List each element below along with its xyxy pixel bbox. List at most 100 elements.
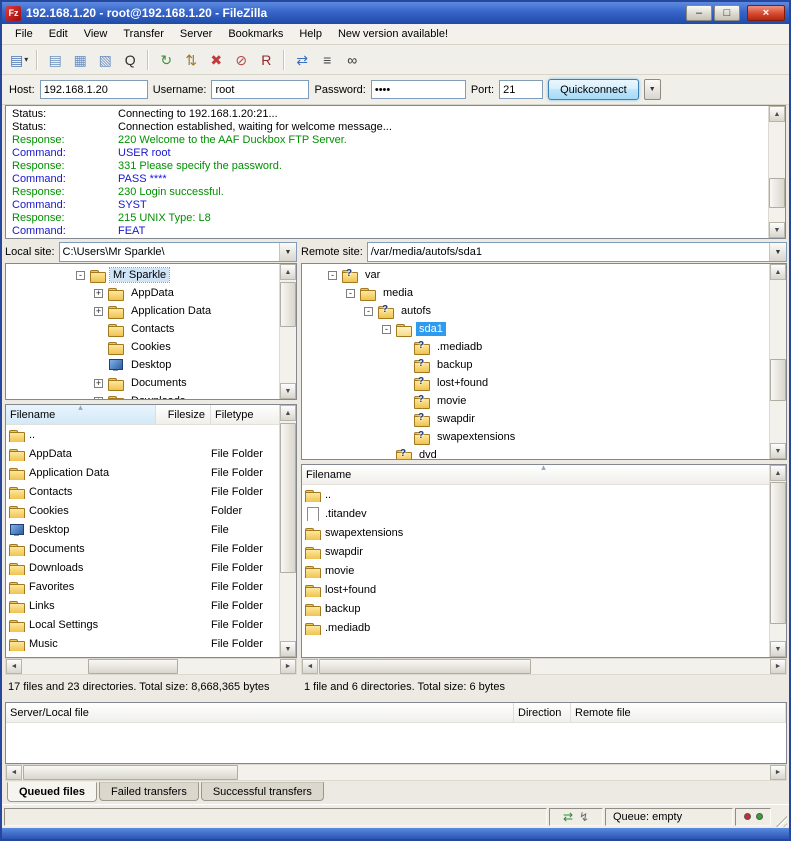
file-row-documents[interactable]: DocumentsFile Folder bbox=[6, 539, 296, 558]
resize-grip[interactable] bbox=[773, 813, 787, 827]
file-row-movie[interactable]: movie bbox=[302, 561, 786, 580]
file-row-contacts[interactable]: ContactsFile Folder bbox=[6, 482, 296, 501]
scroll-thumb[interactable] bbox=[770, 482, 786, 624]
tree-item-dvd[interactable]: ?dvd bbox=[302, 446, 786, 460]
file-row-mediadb[interactable]: .mediadb bbox=[302, 618, 786, 637]
tab-queued-files[interactable]: Queued files bbox=[7, 782, 97, 802]
disconnect-button[interactable]: ⊘ bbox=[229, 48, 253, 71]
toggle-queue-button[interactable]: Q bbox=[118, 48, 142, 71]
menu-item-edit[interactable]: Edit bbox=[41, 25, 76, 43]
remote-list-scrollbar[interactable] bbox=[769, 465, 786, 657]
queue-column-direction[interactable]: Direction bbox=[514, 703, 571, 722]
cancel-button[interactable]: ✖ bbox=[204, 48, 228, 71]
file-row-local-settings[interactable]: Local SettingsFile Folder bbox=[6, 615, 296, 634]
scroll-up-button[interactable] bbox=[770, 465, 786, 481]
tree-item-application-data[interactable]: +Application Data bbox=[6, 302, 296, 320]
host-input[interactable] bbox=[40, 80, 148, 99]
scroll-thumb[interactable] bbox=[280, 282, 296, 327]
queue-horizontal-scrollbar[interactable] bbox=[5, 764, 787, 781]
file-row-links[interactable]: LinksFile Folder bbox=[6, 596, 296, 615]
menu-item-file[interactable]: File bbox=[7, 25, 41, 43]
tree-item-movie[interactable]: ?movie bbox=[302, 392, 786, 410]
combo-dropdown-icon[interactable] bbox=[279, 243, 296, 261]
scroll-up-button[interactable] bbox=[770, 264, 786, 280]
port-input[interactable] bbox=[499, 80, 543, 99]
scroll-right-button[interactable] bbox=[770, 765, 786, 780]
username-input[interactable] bbox=[211, 80, 309, 99]
column-header-filesize[interactable]: Filesize bbox=[156, 405, 211, 424]
scroll-down-button[interactable] bbox=[280, 383, 296, 399]
scroll-thumb[interactable] bbox=[88, 659, 178, 674]
local-site-combo[interactable]: C:\Users\Mr Sparkle\ bbox=[59, 242, 297, 262]
password-input[interactable] bbox=[371, 80, 466, 99]
synchronized-browsing-button[interactable]: ⇄ bbox=[290, 48, 314, 71]
scroll-left-button[interactable] bbox=[6, 765, 22, 780]
quickconnect-button[interactable]: Quickconnect bbox=[548, 79, 639, 100]
tree-item-downloads[interactable]: +Downloads bbox=[6, 392, 296, 400]
find-files-button[interactable]: ∞ bbox=[340, 48, 364, 71]
tree-item-documents[interactable]: +Documents bbox=[6, 374, 296, 392]
tree-item-mr-sparkle[interactable]: -Mr Sparkle bbox=[6, 266, 296, 284]
scroll-thumb[interactable] bbox=[23, 765, 238, 780]
scroll-up-button[interactable] bbox=[280, 264, 296, 280]
remote-horizontal-scrollbar[interactable] bbox=[301, 658, 787, 675]
site-manager-button[interactable]: ▤▾ bbox=[7, 48, 31, 71]
file-row-favorites[interactable]: FavoritesFile Folder bbox=[6, 577, 296, 596]
file-row-application-data[interactable]: Application DataFile Folder bbox=[6, 463, 296, 482]
column-header-filename[interactable]: Filename bbox=[6, 405, 156, 424]
process-queue-button[interactable]: ⇅ bbox=[179, 48, 203, 71]
tree-item-cookies[interactable]: Cookies bbox=[6, 338, 296, 356]
menu-item-server[interactable]: Server bbox=[172, 25, 220, 43]
tree-item-media[interactable]: -media bbox=[302, 284, 786, 302]
tree-item-swapdir[interactable]: ?swapdir bbox=[302, 410, 786, 428]
toggle-remote-tree-button[interactable]: ▧ bbox=[93, 48, 117, 71]
file-row-swapdir[interactable]: swapdir bbox=[302, 542, 786, 561]
refresh-button[interactable]: ↻ bbox=[154, 48, 178, 71]
reconnect-button[interactable]: R bbox=[254, 48, 278, 71]
file-row-music[interactable]: MusicFile Folder bbox=[6, 634, 296, 653]
tree-item-sda1[interactable]: -sda1 bbox=[302, 320, 786, 338]
menu-item-transfer[interactable]: Transfer bbox=[115, 25, 172, 43]
scroll-left-button[interactable] bbox=[302, 659, 318, 674]
toggle-message-log-button[interactable]: ▤ bbox=[43, 48, 67, 71]
tree-item-var[interactable]: -?var bbox=[302, 266, 786, 284]
scroll-down-button[interactable] bbox=[769, 222, 785, 238]
scroll-down-button[interactable] bbox=[770, 641, 786, 657]
file-row-downloads[interactable]: DownloadsFile Folder bbox=[6, 558, 296, 577]
scroll-thumb[interactable] bbox=[769, 178, 785, 208]
toggle-local-tree-button[interactable]: ▦ bbox=[68, 48, 92, 71]
menu-item-help[interactable]: Help bbox=[291, 25, 330, 43]
local-horizontal-scrollbar[interactable] bbox=[5, 658, 297, 675]
remote-site-combo[interactable]: /var/media/autofs/sda1 bbox=[367, 242, 787, 262]
file-row-appdata[interactable]: AppDataFile Folder bbox=[6, 444, 296, 463]
column-header-filename[interactable]: Filename bbox=[302, 465, 786, 484]
log-scrollbar[interactable] bbox=[768, 106, 785, 238]
tree-item-lost-found[interactable]: ?lost+found bbox=[302, 374, 786, 392]
local-tree-scrollbar[interactable] bbox=[279, 264, 296, 399]
scroll-right-button[interactable] bbox=[770, 659, 786, 674]
file-row-swapextensions[interactable]: swapextensions bbox=[302, 523, 786, 542]
file-row-lost-found[interactable]: lost+found bbox=[302, 580, 786, 599]
tree-item-mediadb[interactable]: ?.mediadb bbox=[302, 338, 786, 356]
tree-item-contacts[interactable]: Contacts bbox=[6, 320, 296, 338]
local-list-scrollbar[interactable] bbox=[279, 405, 296, 657]
file-row-backup[interactable]: backup bbox=[302, 599, 786, 618]
menu-item-bookmarks[interactable]: Bookmarks bbox=[220, 25, 291, 43]
scroll-up-button[interactable] bbox=[769, 106, 785, 122]
combo-dropdown-icon[interactable] bbox=[769, 243, 786, 261]
file-row-cookies[interactable]: CookiesFolder bbox=[6, 501, 296, 520]
menu-item-view[interactable]: View bbox=[76, 25, 116, 43]
scroll-thumb[interactable] bbox=[280, 423, 296, 573]
tree-item-backup[interactable]: ?backup bbox=[302, 356, 786, 374]
scroll-left-button[interactable] bbox=[6, 659, 22, 674]
file-row-up-dir[interactable]: .. bbox=[6, 425, 296, 444]
maximize-button[interactable]: □ bbox=[714, 5, 740, 21]
tree-item-appdata[interactable]: +AppData bbox=[6, 284, 296, 302]
file-row-titandev[interactable]: .titandev bbox=[302, 504, 786, 523]
scroll-thumb[interactable] bbox=[319, 659, 531, 674]
file-row-desktop[interactable]: DesktopFile bbox=[6, 520, 296, 539]
scroll-down-button[interactable] bbox=[280, 641, 296, 657]
tree-item-desktop[interactable]: Desktop bbox=[6, 356, 296, 374]
queue-column-remote-file[interactable]: Remote file bbox=[571, 703, 786, 722]
scroll-up-button[interactable] bbox=[280, 405, 296, 421]
